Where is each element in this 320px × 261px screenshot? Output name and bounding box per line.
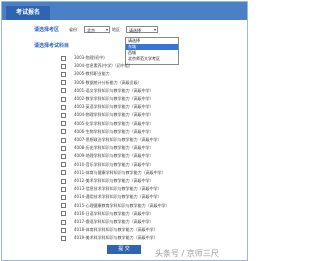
subject-checkbox[interactable] (61, 219, 66, 225)
subject-checkbox[interactable] (61, 71, 66, 77)
subject-checkbox[interactable] (61, 211, 66, 217)
subject-checkbox[interactable] (61, 96, 66, 102)
region-heading: 请选择考区 (34, 27, 60, 33)
subject-checkbox[interactable] (61, 55, 66, 61)
subject-label: 4012-美术学科知识与教学能力（高级中学） (74, 178, 154, 183)
subject-label: 4015-心理健康教育学科知识与教学能力（高级中学） (74, 202, 170, 208)
subject-label: 3006-数据统计分析能力（高级员级） (74, 79, 142, 85)
subject-row[interactable]: 4015-心理健康教育学科知识与教学能力（高级中学） (61, 202, 170, 210)
subject-row[interactable]: 4014-通用技术学科知识与教学能力（高级中学） (61, 193, 162, 201)
subject-label: 4017-俄语学科知识与教学能力（高级中学） (74, 219, 154, 224)
subject-checkbox[interactable] (61, 88, 66, 94)
subject-checkbox[interactable] (61, 80, 66, 86)
subject-row[interactable]: 4004-物理学科知识与教学能力（高级中学） (61, 111, 154, 119)
subject-label: 4019-美术科学科知识与教学能力（高级中学） (74, 235, 158, 241)
subject-label: 4006-生物学科知识与教学能力（高级中学） (74, 128, 154, 134)
city-label: 省份： (69, 27, 81, 32)
city-select[interactable]: 北京 (84, 26, 110, 33)
subject-row[interactable]: 4006-生物学科知识与教学能力（高级中学） (61, 128, 154, 136)
subject-row[interactable]: 4016-日语学科知识与教学能力（高级中学） (61, 210, 154, 218)
city-select-value: 北京 (87, 28, 95, 33)
subject-checkbox[interactable] (61, 145, 66, 151)
subject-row[interactable]: 4009-地理学科知识与教学能力（高级中学） (61, 152, 154, 160)
subject-label: 4009-地理学科知识与教学能力（高级中学） (74, 153, 154, 159)
subject-row[interactable]: 4005-化学学科知识与教学能力（高级中学） (61, 120, 154, 128)
subject-row[interactable]: 4019-美术科学科知识与教学能力（高级中学） (61, 234, 158, 242)
subject-checkbox[interactable] (61, 162, 66, 168)
subject-row[interactable]: 3005-教师职业能力 (61, 70, 110, 78)
subject-label: 4016-日语学科知识与教学能力（高级中学） (74, 210, 154, 216)
subject-checkbox[interactable] (61, 186, 66, 192)
subject-label: 4004-物理学科知识与教学能力（高级中学） (74, 112, 154, 118)
subject-row[interactable]: 4002-数学学科知识与教学能力（高级中学） (61, 95, 154, 103)
subject-label: 4002-数学学科知识与教学能力（高级中学） (74, 96, 154, 101)
subject-label: 4005-化学学科知识与教学能力（高级中学） (74, 120, 154, 126)
subject-label: 4008-历史学科知识与教学能力（高级中学） (74, 145, 154, 151)
subject-row[interactable]: 4008-历史学科知识与教学能力（高级中学） (61, 144, 154, 152)
subject-checkbox[interactable] (61, 63, 66, 69)
subject-row[interactable]: 3003-物理(初中) (61, 54, 105, 62)
subject-row[interactable]: 4018-体育科学科知识与教学能力（高级中学） (61, 226, 158, 234)
subject-label: 4010-音乐学科知识与教学能力（高级中学） (74, 161, 154, 167)
tab-exam-registration[interactable]: 考试报名 (6, 6, 50, 20)
dropdown-option[interactable]: 北京师范大学考区 (126, 56, 178, 62)
subject-row[interactable]: 3004-信息素养(中学)（初中组） (61, 62, 133, 70)
subject-heading: 请选择考试科目 (34, 43, 70, 49)
subject-row[interactable]: 4013-信息技术学科知识与教学能力（高级中学） (61, 185, 162, 193)
subject-row[interactable]: 4001-语文学科知识与教学能力（高级中学） (61, 87, 154, 95)
district-select[interactable]: 请选择 (126, 26, 158, 33)
subject-checkbox[interactable] (61, 112, 66, 118)
subject-checkbox[interactable] (61, 121, 66, 127)
subject-checkbox[interactable] (61, 104, 66, 110)
subject-row[interactable]: 4007-思想政治学科知识与教学能力（高级中学） (61, 136, 162, 144)
subject-row[interactable]: 4012-美术学科知识与教学能力（高级中学） (61, 177, 154, 185)
subject-checkbox[interactable] (61, 194, 66, 200)
submit-button[interactable]: 提 交 (107, 245, 141, 254)
exam-registration-panel: 考试报名 请选择考区 省份： 北京 地区： 请选择 请选择 东城 西城 北京师范大学考… (1, 1, 248, 261)
subject-label: 4014-通用技术学科知识与教学能力（高级中学） (74, 194, 162, 200)
district-select-value: 请选择 (129, 28, 141, 33)
subject-label: 4011-体育与健康学科知识与教学能力（高级中学） (74, 169, 166, 175)
subject-label: 4018-体育科学科知识与教学能力（高级中学） (74, 227, 158, 233)
subject-checkbox[interactable] (61, 137, 66, 143)
subject-checkbox[interactable] (61, 203, 66, 209)
subject-label: 4007-思想政治学科知识与教学能力（高级中学） (74, 137, 162, 142)
subject-label: 3005-教师职业能力 (74, 71, 110, 77)
subject-checkbox[interactable] (61, 129, 66, 135)
subject-label: 4013-信息技术学科知识与教学能力（高级中学） (74, 186, 162, 192)
chevron-down-icon (154, 29, 156, 31)
subject-label: 3004-信息素养(中学)（初中组） (74, 63, 133, 69)
subject-label: 3003-物理(初中) (74, 55, 105, 60)
district-dropdown-list: 请选择 东城 西城 北京师范大学考区 (125, 37, 179, 65)
subject-checkbox[interactable] (61, 153, 66, 159)
subject-label: 4003-英语学科知识与教学能力（高级中学） (74, 104, 154, 110)
subject-row[interactable]: 4010-音乐学科知识与教学能力（高级中学） (61, 161, 154, 169)
subject-row[interactable]: 3006-数据统计分析能力（高级员级） (61, 79, 142, 87)
subject-row[interactable]: 4017-俄语学科知识与教学能力（高级中学） (61, 218, 154, 226)
subject-label: 4001-语文学科知识与教学能力（高级中学） (74, 87, 154, 93)
title-bar: 考试报名 (2, 2, 247, 20)
subject-checkbox[interactable] (61, 227, 66, 233)
subject-row[interactable]: 4003-英语学科知识与教学能力（高级中学） (61, 103, 154, 111)
chevron-down-icon (106, 29, 108, 31)
subject-checkbox[interactable] (61, 170, 66, 176)
subject-checkbox[interactable] (61, 235, 66, 241)
district-label: 地区： (112, 27, 124, 32)
subject-row[interactable]: 4011-体育与健康学科知识与教学能力（高级中学） (61, 169, 166, 177)
watermark: 头条号 / 京师三尺 (155, 249, 219, 258)
subject-checkbox[interactable] (61, 178, 66, 184)
